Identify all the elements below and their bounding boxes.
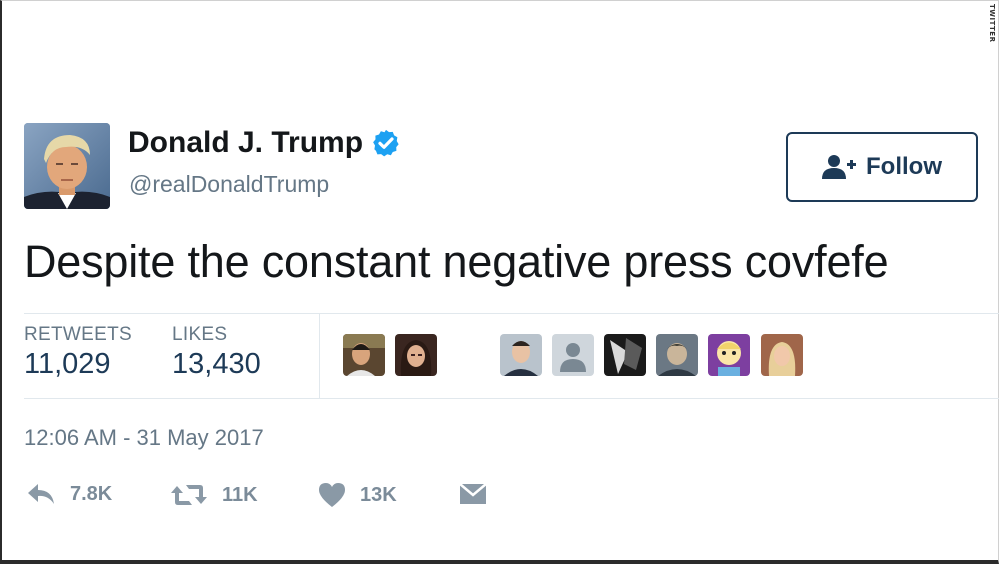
follow-button[interactable]: Follow: [786, 132, 978, 202]
default-avatar-icon: [552, 334, 594, 376]
profile-avatar[interactable]: [24, 123, 110, 209]
tweet-timestamp[interactable]: 12:06 AM - 31 May 2017: [24, 425, 264, 451]
tweet-text: Despite the constant negative press covf…: [24, 236, 889, 287]
retweets-stat[interactable]: RETWEETS 11,029: [24, 324, 132, 381]
liker-avatar-3[interactable]: [500, 334, 542, 376]
reply-icon: [28, 484, 54, 504]
retweets-value: 11,029: [24, 348, 111, 380]
liker-avatar-image: [395, 334, 437, 376]
direct-message-button[interactable]: [459, 482, 487, 506]
retweet-count: 11K: [222, 483, 258, 506]
reply-button[interactable]: 7.8K: [26, 482, 112, 506]
liker-avatar-image: [500, 334, 542, 376]
author-handle[interactable]: @realDonaldTrump: [129, 171, 329, 198]
author-name-row[interactable]: Donald J. Trump: [128, 126, 401, 160]
envelope-icon: [459, 483, 487, 504]
stats-divider-vertical: [319, 314, 320, 398]
heart-icon: [319, 483, 345, 507]
stats-divider-top: [24, 313, 999, 314]
retweets-label: RETWEETS: [24, 324, 132, 345]
liker-avatar-5[interactable]: [604, 334, 646, 376]
liker-avatar-image: [708, 334, 750, 376]
liker-avatar-4[interactable]: [552, 334, 594, 376]
like-button[interactable]: 13K: [318, 482, 397, 508]
stats-divider-bottom: [24, 398, 999, 399]
likes-stat[interactable]: LIKES 13,430: [172, 324, 261, 381]
liker-avatar-image: [343, 334, 385, 376]
verified-badge-icon: [373, 129, 399, 157]
like-count: 13K: [360, 483, 397, 506]
liker-avatar-6[interactable]: [656, 334, 698, 376]
retweet-button[interactable]: 11K: [170, 482, 258, 508]
liker-avatar-7[interactable]: [708, 334, 750, 376]
add-user-icon: [822, 155, 856, 179]
follow-button-label: Follow: [866, 153, 942, 180]
liker-avatar-8[interactable]: [761, 334, 803, 376]
liker-avatar-2[interactable]: [395, 334, 437, 376]
retweet-icon: [171, 485, 207, 505]
profile-photo-image: [24, 123, 110, 209]
liker-avatar-image: [604, 334, 646, 376]
author-name[interactable]: Donald J. Trump: [128, 126, 363, 160]
likes-value: 13,430: [172, 348, 261, 380]
source-watermark: TWITTER: [988, 4, 996, 43]
liker-avatar-1[interactable]: [343, 334, 385, 376]
reply-count: 7.8K: [70, 482, 113, 505]
liker-avatar-image: [656, 334, 698, 376]
likes-label: LIKES: [172, 324, 228, 345]
liker-avatar-image: [761, 334, 803, 376]
